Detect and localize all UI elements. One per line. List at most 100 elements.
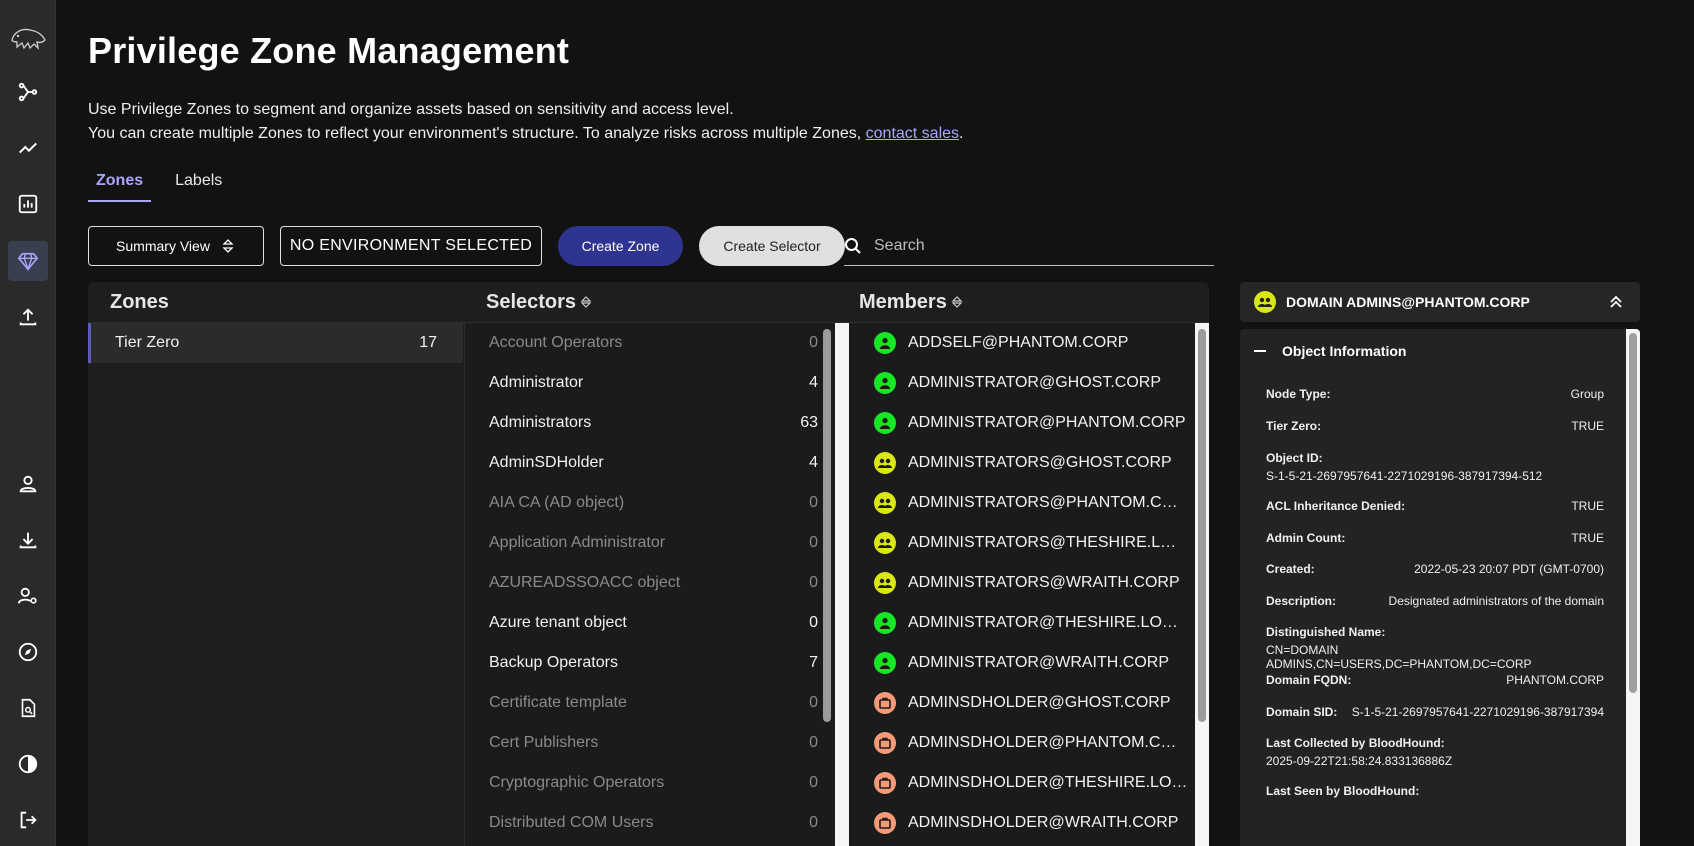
- detail-scrollbar[interactable]: [1629, 333, 1637, 693]
- field-value: PHANTOM.CORP: [1506, 673, 1604, 687]
- member-item[interactable]: ADMINSDHOLDER@PHANTOM.CORP: [849, 723, 1209, 763]
- detail-field: Object ID: S-1-5-21-2697957641-2271029196…: [1266, 451, 1604, 483]
- search-input[interactable]: [874, 236, 1174, 255]
- trends-nav[interactable]: [8, 128, 48, 168]
- explore-nav[interactable]: [8, 72, 48, 112]
- detail-field: Tier Zero: TRUE: [1266, 419, 1604, 433]
- description-line-2: You can create multiple Zones to reflect…: [88, 122, 963, 146]
- audit-nav[interactable]: [8, 688, 48, 728]
- member-item[interactable]: ADMINISTRATORS@WRAITH.CORP: [849, 563, 1209, 603]
- environment-selector[interactable]: NO ENVIRONMENT SELECTED: [280, 226, 542, 266]
- member-name: ADMINISTRATOR@PHANTOM.CORP: [908, 414, 1186, 431]
- detail-field: Created: 2022-05-23 20:07 PDT (GMT-0700): [1266, 562, 1604, 576]
- selector-item[interactable]: Administrators 63: [465, 403, 842, 443]
- summary-view-dropdown[interactable]: Summary View: [88, 226, 264, 266]
- selector-item[interactable]: Cryptographic Operators 0: [465, 763, 842, 803]
- left-nav-rail: [0, 0, 56, 846]
- member-name: ADMINSDHOLDER@PHANTOM.CORP: [908, 734, 1188, 751]
- member-item[interactable]: ADMINISTRATORS@PHANTOM.CORP: [849, 483, 1209, 523]
- user-icon: [874, 412, 896, 434]
- member-item[interactable]: ADDSELF@PHANTOM.CORP: [849, 323, 1209, 363]
- selector-item[interactable]: Backup Operators 7: [465, 643, 842, 683]
- member-item[interactable]: ADMINISTRATOR@GHOST.CORP: [849, 363, 1209, 403]
- field-value: 2025-09-22T21:58:24.833136886Z: [1266, 754, 1453, 768]
- member-item[interactable]: ADMINISTRATORS@GHOST.CORP: [849, 443, 1209, 483]
- member-name: ADMINSDHOLDER@WRAITH.CORP: [908, 814, 1179, 831]
- member-item[interactable]: ADMINISTRATOR@WRAITH.CORP: [849, 643, 1209, 683]
- selectors-scrollbar[interactable]: [823, 329, 831, 722]
- group-icon: [874, 572, 896, 594]
- group-icon: [1254, 291, 1276, 313]
- download-nav[interactable]: [8, 520, 48, 560]
- upload-icon: [19, 308, 37, 326]
- explore-compass-nav[interactable]: [8, 632, 48, 672]
- contrast-icon: [18, 754, 38, 774]
- file-search-icon: [21, 698, 36, 718]
- member-name: ADMINISTRATORS@PHANTOM.CORP: [908, 494, 1188, 511]
- field-value: S-1-5-21-2697957641-2271029196-387917394…: [1266, 469, 1543, 483]
- zone-item-tier-zero[interactable]: Tier Zero 17: [88, 323, 463, 363]
- selectors-column-header[interactable]: Selectors: [486, 282, 592, 322]
- object-information-header[interactable]: Object Information: [1254, 343, 1406, 359]
- create-zone-button[interactable]: Create Zone: [558, 226, 683, 266]
- zones-list: Tier Zero 17: [88, 323, 463, 846]
- selector-count: 0: [809, 814, 818, 831]
- selector-item[interactable]: AZUREADSSOACC object 0: [465, 563, 842, 603]
- theme-toggle[interactable]: [8, 744, 48, 784]
- upload-nav[interactable]: [8, 297, 48, 337]
- user-gear-icon: [17, 587, 37, 604]
- group-icon: [874, 532, 896, 554]
- member-item[interactable]: ADMINSDHOLDER@GHOST.CORP: [849, 683, 1209, 723]
- selector-item[interactable]: Certificate template 0: [465, 683, 842, 723]
- members-column-header[interactable]: Members: [859, 282, 963, 322]
- bloodhound-logo-icon[interactable]: [8, 22, 48, 54]
- search-icon: [845, 237, 861, 254]
- members-scrollbar[interactable]: [1198, 329, 1206, 722]
- member-item[interactable]: ADMINISTRATORS@THESHIRE.LOC…: [849, 523, 1209, 563]
- zones-panel: Zones Selectors Members Tier Zero 17 Acc…: [88, 282, 1209, 846]
- selector-item[interactable]: Distributed COM Users 0: [465, 803, 842, 843]
- field-key: Description:: [1266, 594, 1337, 608]
- selector-item[interactable]: Azure tenant object 0: [465, 603, 842, 643]
- selector-name: AZUREADSSOACC object: [489, 574, 681, 591]
- member-item[interactable]: ADMINSDHOLDER@THESHIRE.LOCAL: [849, 763, 1209, 803]
- zone-count: 17: [419, 334, 437, 351]
- selector-item[interactable]: AdminSDHolder 4: [465, 443, 842, 483]
- member-item[interactable]: ADMINISTRATOR@THESHIRE.LOCAL: [849, 603, 1209, 643]
- logout-nav[interactable]: [8, 800, 48, 840]
- group-icon: [874, 492, 896, 514]
- selector-item[interactable]: Application Administrator 0: [465, 523, 842, 563]
- selector-item[interactable]: Administrator 4: [465, 363, 842, 403]
- selector-count: 0: [809, 534, 818, 551]
- selector-name: Administrators: [489, 414, 592, 431]
- selector-name: Application Administrator: [489, 534, 666, 551]
- privilege-zones-nav[interactable]: [8, 241, 48, 281]
- member-item[interactable]: ADMINSDHOLDER@WRAITH.CORP: [849, 803, 1209, 843]
- tab-labels[interactable]: Labels: [167, 168, 230, 202]
- selector-item[interactable]: Cert Publishers 0: [465, 723, 842, 763]
- contact-sales-link[interactable]: contact sales: [866, 125, 959, 142]
- download-icon: [19, 532, 37, 549]
- selector-item[interactable]: Account Operators 0: [465, 323, 842, 363]
- member-name: ADDSELF@PHANTOM.CORP: [908, 334, 1129, 351]
- create-selector-button[interactable]: Create Selector: [699, 226, 845, 266]
- tab-zones[interactable]: Zones: [88, 168, 152, 202]
- field-value: TRUE: [1571, 499, 1604, 513]
- selector-name: Backup Operators: [489, 654, 618, 671]
- detail-field: Last Seen by BloodHound:: [1266, 784, 1604, 802]
- selector-count: 7: [809, 654, 818, 671]
- selector-item[interactable]: AIA CA (AD object) 0: [465, 483, 842, 523]
- chart-icon: [18, 194, 38, 214]
- member-name: ADMINSDHOLDER@THESHIRE.LOCAL: [908, 774, 1188, 791]
- selector-name: Cert Publishers: [489, 734, 599, 751]
- field-key: Tier Zero:: [1266, 419, 1322, 433]
- field-key: Admin Count:: [1266, 531, 1346, 545]
- profile-nav[interactable]: [8, 464, 48, 504]
- reports-nav[interactable]: [8, 184, 48, 224]
- zones-column-header: Zones: [110, 290, 169, 313]
- explore-icon: [18, 82, 38, 102]
- member-item[interactable]: ADMINISTRATOR@PHANTOM.CORP: [849, 403, 1209, 443]
- field-key: Domain SID:: [1266, 705, 1338, 719]
- admin-nav[interactable]: [8, 576, 48, 616]
- collapse-up-icon[interactable]: [1606, 292, 1626, 312]
